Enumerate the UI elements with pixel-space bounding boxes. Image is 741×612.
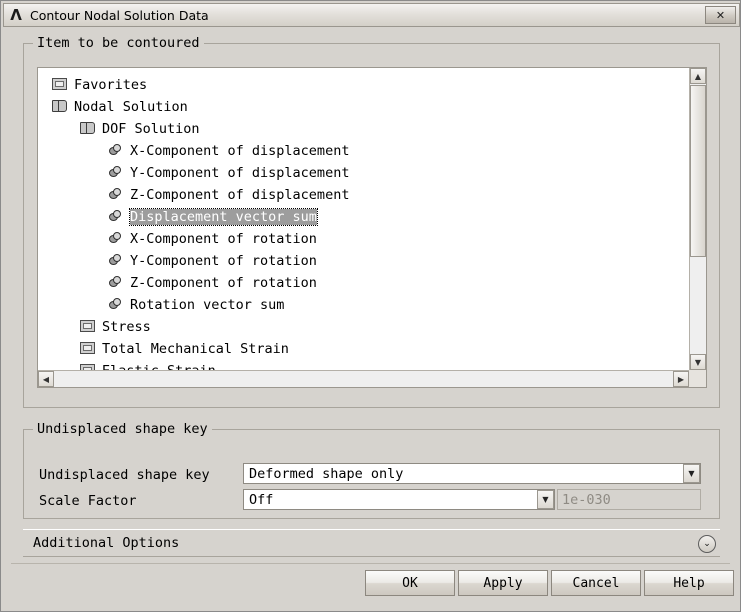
scroll-down-button[interactable]: ▼ xyxy=(690,354,706,370)
scale-factor-label: Scale Factor xyxy=(39,493,137,509)
tree-item[interactable]: Elastic Strain xyxy=(38,360,689,370)
chevron-down-circle-icon[interactable]: ⌄ xyxy=(698,535,716,553)
tree-item-label: Total Mechanical Strain xyxy=(102,341,289,357)
tree-item[interactable]: Favorites xyxy=(38,74,689,96)
window-title: Contour Nodal Solution Data xyxy=(30,7,209,23)
cube-icon xyxy=(108,298,125,312)
help-button[interactable]: Help xyxy=(644,570,734,596)
close-icon: ✕ xyxy=(715,8,726,22)
tree-item-label: Stress xyxy=(102,319,151,335)
cube-icon xyxy=(108,210,125,224)
book-icon xyxy=(52,100,69,114)
horizontal-scrollbar[interactable]: ◀ ▶ xyxy=(38,370,689,387)
triangle-right-icon: ▶ xyxy=(677,374,685,384)
tree-item[interactable]: Y-Component of displacement xyxy=(38,162,689,184)
tree-item[interactable]: DOF Solution xyxy=(38,118,689,140)
contour-item-tree[interactable]: Favorites Nodal Solution DOF Solution X-Com… xyxy=(38,68,689,370)
contour-nodal-solution-dialog: Λ Contour Nodal Solution Data ✕ Item to … xyxy=(0,0,741,612)
cube-icon xyxy=(108,166,125,180)
cube-icon xyxy=(108,276,125,290)
tree-item[interactable]: Total Mechanical Strain xyxy=(38,338,689,360)
cube-icon xyxy=(108,188,125,202)
ok-button[interactable]: OK xyxy=(365,570,455,596)
tree-item-label: Y-Component of rotation xyxy=(130,253,317,269)
tree-item[interactable]: Rotation vector sum xyxy=(38,294,689,316)
triangle-left-icon: ◀ xyxy=(42,374,50,384)
title-bar: Λ Contour Nodal Solution Data ✕ xyxy=(3,3,740,27)
tree-item-label: Nodal Solution xyxy=(74,99,188,115)
item-group-legend: Item to be contoured xyxy=(33,35,204,51)
scroll-right-button[interactable]: ▶ xyxy=(673,371,689,387)
contour-item-listbox[interactable]: Favorites Nodal Solution DOF Solution X-Com… xyxy=(37,67,707,388)
chevron-down-icon[interactable]: ▼ xyxy=(683,464,700,483)
tree-item-label: Favorites xyxy=(74,77,148,93)
tree-item-label: Z-Component of displacement xyxy=(130,187,350,203)
tree-item-label: Y-Component of displacement xyxy=(130,165,350,181)
tree-item-label: Displacement vector sum xyxy=(129,208,318,226)
undisplaced-shape-key-value: Deformed shape only xyxy=(249,465,404,482)
additional-options-bar[interactable]: Additional Options ⌄ xyxy=(23,529,720,557)
tree-item[interactable]: Stress xyxy=(38,316,689,338)
tree-item[interactable]: Displacement vector sum xyxy=(38,206,689,228)
cube-icon xyxy=(108,254,125,268)
button-separator xyxy=(11,563,730,564)
scroll-left-button[interactable]: ◀ xyxy=(38,371,54,387)
close-button[interactable]: ✕ xyxy=(705,6,736,24)
cube-icon xyxy=(108,232,125,246)
apply-button[interactable]: Apply xyxy=(458,570,548,596)
vertical-scrollbar[interactable]: ▲ ▼ xyxy=(689,68,706,370)
cube-icon xyxy=(108,144,125,158)
tree-item[interactable]: X-Component of rotation xyxy=(38,228,689,250)
chevron-down-icon-2[interactable]: ▼ xyxy=(537,490,554,509)
tree-item-label: Elastic Strain xyxy=(102,363,216,370)
tree-item[interactable]: Z-Component of displacement xyxy=(38,184,689,206)
tree-item[interactable]: Nodal Solution xyxy=(38,96,689,118)
tree-item-label: Rotation vector sum xyxy=(130,297,285,313)
undisplaced-shape-key-label: Undisplaced shape key xyxy=(39,467,210,483)
triangle-up-icon: ▲ xyxy=(694,71,702,81)
scale-factor-number-input[interactable]: 1e-030 xyxy=(557,489,701,510)
triangle-down-icon: ▼ xyxy=(694,357,702,367)
scale-factor-value: Off xyxy=(249,491,274,508)
tree-item-label: DOF Solution xyxy=(102,121,200,137)
ansys-logo-icon: Λ xyxy=(10,6,22,24)
tree-item[interactable]: X-Component of displacement xyxy=(38,140,689,162)
vertical-scroll-thumb[interactable] xyxy=(690,85,706,257)
folder-icon xyxy=(52,78,69,92)
folder-icon xyxy=(80,342,97,356)
cancel-button[interactable]: Cancel xyxy=(551,570,641,596)
scrollbar-corner xyxy=(689,370,706,387)
additional-options-label: Additional Options xyxy=(33,535,180,551)
tree-item-label: X-Component of rotation xyxy=(130,231,317,247)
undisplaced-group-legend: Undisplaced shape key xyxy=(33,421,212,437)
tree-item[interactable]: Z-Component of rotation xyxy=(38,272,689,294)
scale-factor-select[interactable]: Off ▼ xyxy=(243,489,555,510)
expander-glyph: ⌄ xyxy=(703,539,711,549)
tree-item-label: X-Component of displacement xyxy=(130,143,350,159)
book-icon xyxy=(80,122,97,136)
scale-factor-number-value: 1e-030 xyxy=(562,491,611,508)
tree-item-label: Z-Component of rotation xyxy=(130,275,317,291)
scroll-up-button[interactable]: ▲ xyxy=(690,68,706,84)
undisplaced-shape-key-select[interactable]: Deformed shape only ▼ xyxy=(243,463,701,484)
folder-icon xyxy=(80,320,97,334)
tree-item[interactable]: Y-Component of rotation xyxy=(38,250,689,272)
